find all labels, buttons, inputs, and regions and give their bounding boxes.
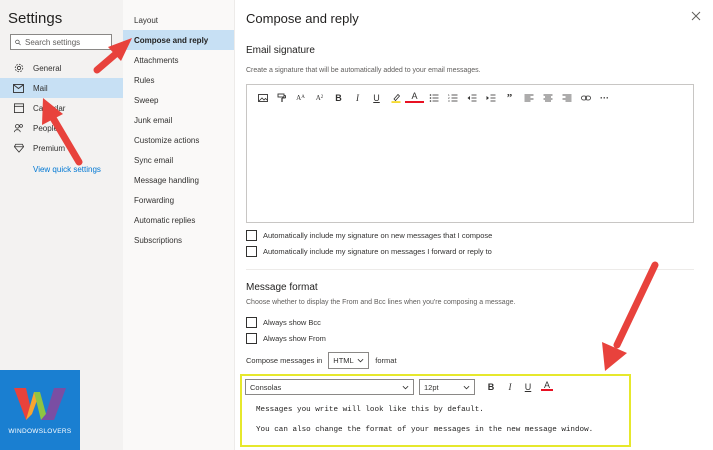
bullet-list-icon[interactable] bbox=[424, 90, 443, 106]
nav-item-general[interactable]: General bbox=[0, 58, 123, 78]
mid-nav-subscriptions[interactable]: Subscriptions bbox=[123, 230, 234, 250]
preview-underline-button[interactable]: U bbox=[522, 381, 534, 393]
compose-format-row: Compose messages in HTML format bbox=[246, 352, 397, 369]
nav-item-mail[interactable]: Mail bbox=[0, 78, 123, 98]
mid-nav-sync-email[interactable]: Sync email bbox=[123, 150, 234, 170]
view-quick-settings-link[interactable]: View quick settings bbox=[33, 165, 101, 174]
mid-nav-junk-email[interactable]: Junk email bbox=[123, 110, 234, 130]
superscript-icon[interactable]: A2 bbox=[310, 90, 329, 106]
font-color-icon[interactable]: A bbox=[405, 92, 424, 103]
auto-signature-reply-row[interactable]: Automatically include my signature on me… bbox=[246, 246, 492, 257]
bold-icon[interactable]: B bbox=[329, 90, 348, 106]
logo-w-icon bbox=[14, 388, 66, 420]
more-options-icon[interactable]: ··· bbox=[595, 90, 614, 106]
preview-text-line-2: You can also change the format of your m… bbox=[256, 426, 594, 434]
logo-text: WINDOWSLOVERS bbox=[8, 428, 72, 435]
decrease-indent-icon[interactable] bbox=[462, 90, 481, 106]
mid-nav-attachments[interactable]: Attachments bbox=[123, 50, 234, 70]
search-input[interactable] bbox=[25, 37, 111, 47]
default-font-preview: Consolas 12pt B I U A Messages you write… bbox=[240, 374, 631, 447]
mid-nav-customize-actions[interactable]: Customize actions bbox=[123, 130, 234, 150]
preview-italic-button[interactable]: I bbox=[504, 381, 516, 393]
increase-indent-icon[interactable] bbox=[481, 90, 500, 106]
search-box[interactable] bbox=[10, 34, 112, 50]
page-title: Compose and reply bbox=[246, 11, 359, 26]
always-show-bcc-checkbox[interactable] bbox=[246, 317, 257, 328]
chevron-down-icon bbox=[463, 385, 470, 389]
compose-format-dropdown[interactable]: HTML bbox=[328, 352, 370, 369]
mail-settings-nav: Layout Compose and reply Attachments Rul… bbox=[123, 0, 235, 450]
italic-icon[interactable]: I bbox=[348, 90, 367, 106]
font-family-dropdown[interactable]: Consolas bbox=[245, 379, 414, 395]
quote-icon[interactable]: ” bbox=[500, 90, 519, 106]
format-painter-icon[interactable] bbox=[272, 90, 291, 106]
email-signature-title: Email signature bbox=[246, 45, 315, 56]
numbered-list-icon[interactable]: 123 bbox=[443, 90, 462, 106]
auto-signature-new-label: Automatically include my signature on ne… bbox=[263, 231, 493, 240]
always-show-from-label: Always show From bbox=[263, 334, 326, 343]
always-show-from-checkbox[interactable] bbox=[246, 333, 257, 344]
message-format-title: Message format bbox=[246, 282, 318, 293]
nav-item-label: Mail bbox=[33, 83, 48, 93]
font-size-icon[interactable]: AA bbox=[291, 90, 310, 106]
mid-nav-layout[interactable]: Layout bbox=[123, 10, 234, 30]
email-signature-description: Create a signature that will be automati… bbox=[246, 67, 481, 74]
mail-icon bbox=[13, 83, 24, 94]
auto-signature-reply-checkbox[interactable] bbox=[246, 246, 257, 257]
link-icon[interactable] bbox=[576, 90, 595, 106]
windowslovers-logo: WINDOWSLOVERS bbox=[0, 370, 80, 450]
nav-item-label: Calendar bbox=[33, 103, 66, 113]
compose-format-prefix: Compose messages in bbox=[246, 356, 323, 365]
nav-item-label: General bbox=[33, 63, 62, 73]
align-right-icon[interactable] bbox=[557, 90, 576, 106]
mid-nav-compose-and-reply[interactable]: Compose and reply bbox=[123, 30, 234, 50]
highlight-icon[interactable] bbox=[386, 90, 405, 106]
preview-text-line-1: Messages you write will look like this b… bbox=[256, 406, 484, 414]
align-left-icon[interactable] bbox=[519, 90, 538, 106]
section-divider bbox=[246, 269, 694, 270]
font-size-value: 12pt bbox=[424, 382, 439, 392]
chevron-down-icon bbox=[402, 385, 409, 389]
compose-format-suffix: format bbox=[375, 356, 397, 365]
font-family-value: Consolas bbox=[250, 382, 282, 392]
always-show-from-row[interactable]: Always show From bbox=[246, 333, 326, 344]
close-icon[interactable] bbox=[691, 11, 701, 21]
auto-signature-reply-label: Automatically include my signature on me… bbox=[263, 247, 492, 256]
font-size-dropdown[interactable]: 12pt bbox=[419, 379, 475, 395]
preview-font-color-button[interactable]: A bbox=[541, 381, 553, 391]
preview-bold-button[interactable]: B bbox=[485, 381, 497, 393]
auto-signature-new-checkbox[interactable] bbox=[246, 230, 257, 241]
underline-icon[interactable]: U bbox=[367, 90, 386, 106]
settings-title: Settings bbox=[8, 10, 63, 27]
svg-text:3: 3 bbox=[448, 99, 450, 103]
mid-nav-rules[interactable]: Rules bbox=[123, 70, 234, 90]
nav-item-calendar[interactable]: Calendar bbox=[0, 98, 123, 118]
nav-item-label: Premium bbox=[33, 143, 66, 153]
nav-item-people[interactable]: People bbox=[0, 118, 123, 138]
always-show-bcc-row[interactable]: Always show Bcc bbox=[246, 317, 321, 328]
mid-nav-forwarding[interactable]: Forwarding bbox=[123, 190, 234, 210]
always-show-bcc-label: Always show Bcc bbox=[263, 318, 321, 327]
nav-item-premium[interactable]: Premium bbox=[0, 138, 123, 158]
align-center-icon[interactable] bbox=[538, 90, 557, 106]
mid-nav-sweep[interactable]: Sweep bbox=[123, 90, 234, 110]
nav-item-label: People bbox=[33, 123, 58, 133]
message-format-description: Choose whether to display the From and B… bbox=[246, 299, 516, 306]
insert-picture-icon[interactable] bbox=[253, 90, 272, 106]
compose-format-value: HTML bbox=[333, 356, 354, 365]
diamond-icon bbox=[13, 143, 24, 154]
mid-nav-automatic-replies[interactable]: Automatic replies bbox=[123, 210, 234, 230]
signature-editor[interactable]: AA A2 B I U A 123 ” ··· bbox=[246, 84, 694, 223]
chevron-down-icon bbox=[357, 358, 364, 363]
calendar-icon bbox=[13, 103, 24, 114]
gear-icon bbox=[13, 63, 24, 74]
content-pane: Compose and reply Email signature Create… bbox=[235, 0, 713, 450]
mid-nav-message-handling[interactable]: Message handling bbox=[123, 170, 234, 190]
editor-toolbar: AA A2 B I U A 123 ” ··· bbox=[247, 85, 693, 110]
auto-signature-new-row[interactable]: Automatically include my signature on ne… bbox=[246, 230, 492, 241]
search-icon bbox=[15, 39, 21, 45]
people-icon bbox=[13, 123, 24, 134]
